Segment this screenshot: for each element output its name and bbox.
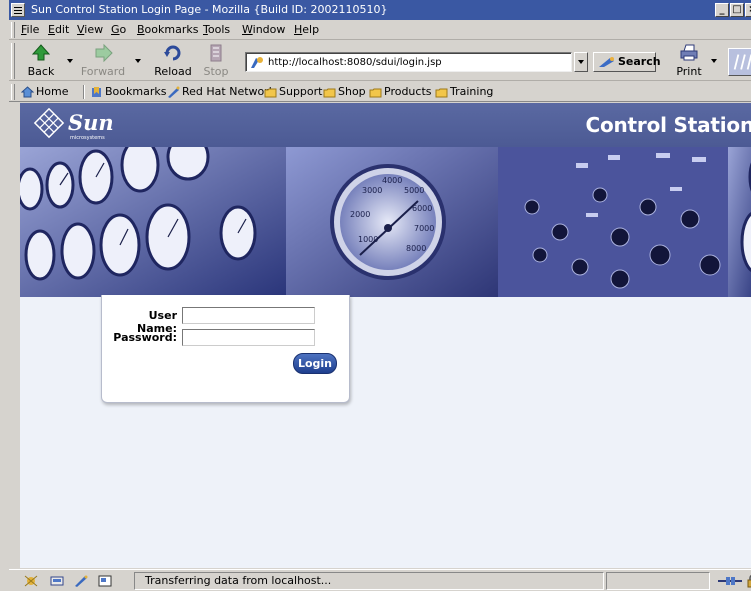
status-text: Transferring data from localhost... [134, 572, 604, 590]
status-bar: Transferring data from localhost... [9, 569, 751, 591]
reload-label: Reload [154, 65, 192, 78]
products-folder[interactable]: Products [369, 85, 432, 98]
menu-window[interactable]: Window [242, 23, 285, 36]
close-button[interactable]: × [745, 3, 751, 17]
search-icon [599, 57, 614, 67]
menu-edit[interactable]: Edit [48, 23, 69, 36]
minimize-button[interactable]: _ [715, 3, 729, 17]
menu-view[interactable]: View [77, 23, 103, 36]
bookmarks-label: Bookmarks [105, 85, 167, 98]
print-dropdown-icon[interactable] [711, 59, 717, 63]
search-button[interactable]: Search [593, 52, 661, 72]
throbber-graphic [729, 49, 751, 75]
mail-icon[interactable] [49, 574, 65, 588]
security-lock-icon[interactable] [745, 574, 751, 588]
sun-submark: microsystems [70, 135, 105, 141]
login-button[interactable]: Login [293, 353, 337, 374]
forward-label: Forward [80, 65, 126, 78]
menu-file[interactable]: File [21, 23, 39, 36]
menu-go[interactable]: Go [111, 23, 126, 36]
products-label: Products [384, 85, 432, 98]
username-input[interactable] [182, 307, 315, 324]
forward-button[interactable]: Forward [79, 43, 127, 78]
banner-image: 1000 2000 3000 4000 5000 6000 7000 8000 [20, 147, 751, 297]
folder-icon [369, 88, 382, 97]
home-label: Home [36, 85, 69, 98]
maximize-button[interactable]: □ [730, 3, 744, 17]
menu-bar: File Edit View Go Bookmarks Tools Window… [9, 20, 751, 40]
password-input[interactable] [182, 329, 315, 346]
print-button[interactable]: Print [673, 43, 705, 78]
personal-toolbar-grip[interactable] [11, 84, 15, 100]
printer-icon [680, 44, 698, 61]
gauge-label-3000: 3000 [362, 186, 382, 195]
stop-icon [210, 44, 222, 62]
product-title: Control Station [585, 113, 751, 137]
folder-icon [264, 88, 277, 97]
masthead: Sun microsystems Control Station [20, 103, 751, 147]
home-button[interactable]: Home [21, 85, 68, 98]
composer-icon[interactable] [73, 574, 89, 588]
back-label: Back [27, 65, 55, 78]
url-history-dropdown[interactable] [574, 52, 588, 72]
stop-button[interactable]: Stop [201, 43, 231, 78]
support-label: Support [279, 85, 323, 98]
shop-folder[interactable]: Shop [323, 85, 366, 98]
address-book-icon[interactable] [97, 574, 113, 588]
navbar-grip[interactable] [11, 43, 15, 79]
menu-help[interactable]: Help [294, 23, 319, 36]
gauge-label-5000: 5000 [404, 186, 424, 195]
gauge-label-2000: 2000 [350, 210, 370, 219]
folder-icon [435, 88, 448, 97]
reload-button[interactable]: Reload [151, 43, 195, 78]
bookmarks-icon [92, 86, 101, 97]
menubar-grip[interactable] [11, 22, 15, 38]
search-label: Search [618, 55, 661, 68]
gauge-label-4000: 4000 [382, 176, 402, 185]
back-dropdown-icon[interactable] [67, 59, 73, 63]
gauge-label-6000: 6000 [412, 204, 432, 213]
home-icon [21, 85, 34, 97]
link-pen-icon [168, 86, 180, 98]
login-panel: User Name: Password: Login [101, 295, 350, 403]
sun-logo: Sun microsystems [33, 108, 114, 141]
browser-window: Sun Control Station Login Page - Mozilla… [0, 0, 751, 591]
red-hat-network-link[interactable]: Red Hat Network [167, 85, 275, 98]
back-button[interactable]: Back [23, 43, 59, 78]
title-bar[interactable]: Sun Control Station Login Page - Mozilla… [9, 0, 751, 20]
training-label: Training [450, 85, 494, 98]
status-progress [606, 572, 710, 590]
password-label: Password: [113, 331, 177, 344]
folder-icon [323, 88, 336, 97]
support-folder[interactable]: Support [264, 85, 322, 98]
navigation-toolbar: Back Forward Reload Stop http://localhos… [9, 41, 751, 81]
window-menu-icon[interactable] [11, 3, 25, 17]
sun-wordmark: Sun [68, 110, 114, 135]
gauge-label-7000: 7000 [414, 224, 434, 233]
forward-dropdown-icon[interactable] [135, 59, 141, 63]
menu-bookmarks[interactable]: Bookmarks [137, 23, 198, 36]
window-title: Sun Control Station Login Page - Mozilla… [31, 3, 388, 16]
print-label: Print [676, 65, 702, 78]
reload-icon [164, 45, 181, 61]
online-connection-icon[interactable] [717, 574, 743, 588]
shop-label: Shop [338, 85, 366, 98]
gauge-label-8000: 8000 [406, 244, 426, 253]
red-hat-network-label: Red Hat Network [182, 85, 276, 98]
url-bar[interactable] [245, 52, 572, 72]
toolbar-separator [83, 85, 85, 99]
pressure-gauge-hub [384, 224, 392, 232]
page-content: Sun microsystems Control Station 1000 20… [20, 103, 751, 568]
back-arrow-icon [31, 44, 51, 61]
url-input[interactable] [268, 55, 568, 70]
forward-arrow-icon [95, 43, 113, 63]
personal-toolbar: Home Bookmarks Red Hat Network Support S… [9, 82, 751, 102]
stop-label: Stop [203, 65, 229, 78]
mozilla-throbber-icon[interactable] [728, 48, 751, 76]
page-proxy-icon[interactable] [250, 56, 264, 69]
bookmarks-button[interactable]: Bookmarks [90, 85, 166, 98]
menu-tools[interactable]: Tools [203, 23, 230, 36]
navigator-icon[interactable] [23, 574, 39, 588]
training-folder[interactable]: Training [435, 85, 493, 98]
